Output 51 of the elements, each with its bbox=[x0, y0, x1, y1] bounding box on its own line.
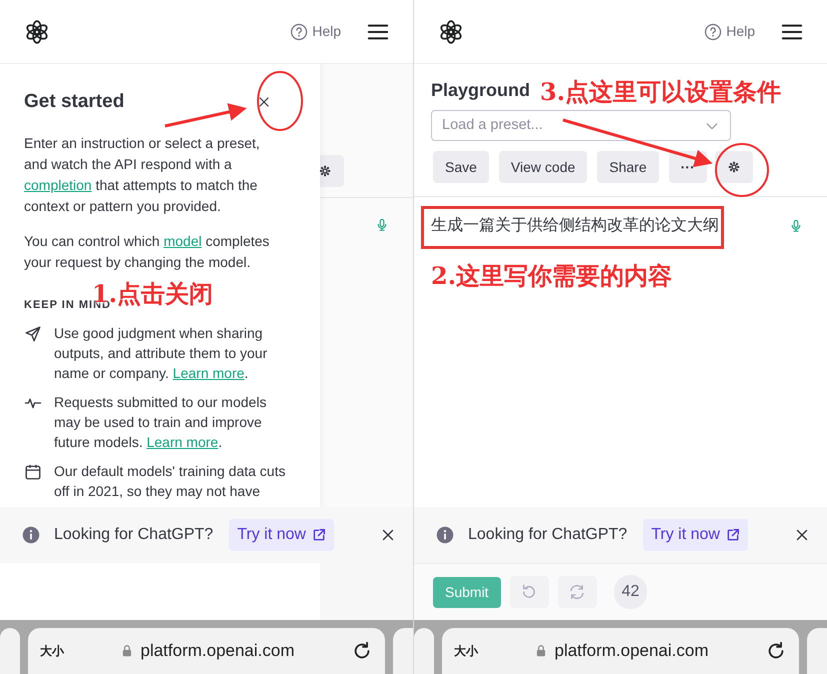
url-text: platform.openai.com bbox=[140, 640, 295, 662]
address-bar[interactable]: 大小 platform.openai.com bbox=[28, 628, 385, 674]
placeholder-text: Load a preset... bbox=[442, 116, 543, 135]
preset-select[interactable]: Load a preset... bbox=[431, 110, 731, 141]
settings-button[interactable] bbox=[714, 151, 753, 183]
external-link-icon bbox=[312, 528, 326, 542]
banner-text: Looking for ChatGPT? bbox=[468, 525, 628, 545]
help-link[interactable]: Help bbox=[290, 21, 341, 42]
link[interactable]: Learn more bbox=[146, 434, 218, 450]
info-icon bbox=[436, 526, 454, 544]
send-icon bbox=[24, 325, 42, 343]
microphone-icon[interactable] bbox=[789, 218, 803, 234]
external-link-icon bbox=[726, 528, 740, 542]
link[interactable]: Learn more bbox=[172, 365, 244, 381]
note-text: Requests submitted to our models may be used to train and improve future models. Learn more. bbox=[54, 393, 268, 452]
help-link[interactable]: Help bbox=[704, 21, 755, 42]
address-bar[interactable]: 大小 platform.openai.com bbox=[442, 628, 799, 674]
toolbar-button[interactable]: View code bbox=[498, 151, 588, 183]
paragraph: Enter an instruction or select a preset, and watch the API respond with a completion that attempts to match the context or pattern you provided. bbox=[24, 134, 261, 216]
refresh-icon bbox=[568, 583, 586, 601]
logo-icon bbox=[24, 18, 50, 44]
info-icon bbox=[22, 526, 40, 544]
logo-icon bbox=[438, 18, 464, 44]
link[interactable]: completion bbox=[24, 176, 92, 192]
prompt-text[interactable]: 生成一篇关于供给侧结构改革的论文大纲 bbox=[431, 215, 789, 237]
banner-text: Looking for ChatGPT? bbox=[54, 525, 214, 545]
try-it-now-button[interactable]: Try it now bbox=[229, 519, 334, 551]
page-title: Playground bbox=[431, 79, 530, 102]
note-text: Use good judgment when sharing outputs, and attribute them to your name or company. Learn more. bbox=[54, 324, 268, 383]
microphone-icon[interactable] bbox=[375, 217, 389, 233]
toolbar-button[interactable]: Share bbox=[597, 151, 659, 183]
drawer-title: Get started bbox=[24, 90, 124, 114]
settings-icon bbox=[726, 160, 741, 174]
settings-icon bbox=[318, 164, 332, 178]
calendar-icon bbox=[24, 463, 42, 481]
annotation-text: 3.点这里可以设置条件 bbox=[540, 80, 782, 104]
settings-button[interactable] bbox=[320, 155, 344, 187]
help-icon bbox=[704, 22, 722, 40]
url-text: platform.openai.com bbox=[554, 640, 709, 662]
annotation-text: 2.这里写你需要的内容 bbox=[431, 264, 672, 288]
toolbar-button[interactable]: Save bbox=[433, 151, 489, 183]
annotation-circle bbox=[715, 143, 769, 197]
annotation-circle bbox=[257, 71, 303, 131]
try-it-now-button[interactable]: Try it now bbox=[643, 519, 748, 551]
help-icon bbox=[290, 22, 308, 40]
paragraph: You can control which model completes your request by changing the model. bbox=[24, 232, 270, 272]
note-text: Our default models' training data cuts off in 2021, so they may not have bbox=[54, 462, 286, 501]
link[interactable]: model bbox=[164, 232, 202, 248]
token-count: 42 bbox=[614, 575, 648, 609]
text-size-button[interactable]: 大小 bbox=[454, 642, 478, 660]
text-size-button[interactable]: 大小 bbox=[40, 642, 64, 660]
